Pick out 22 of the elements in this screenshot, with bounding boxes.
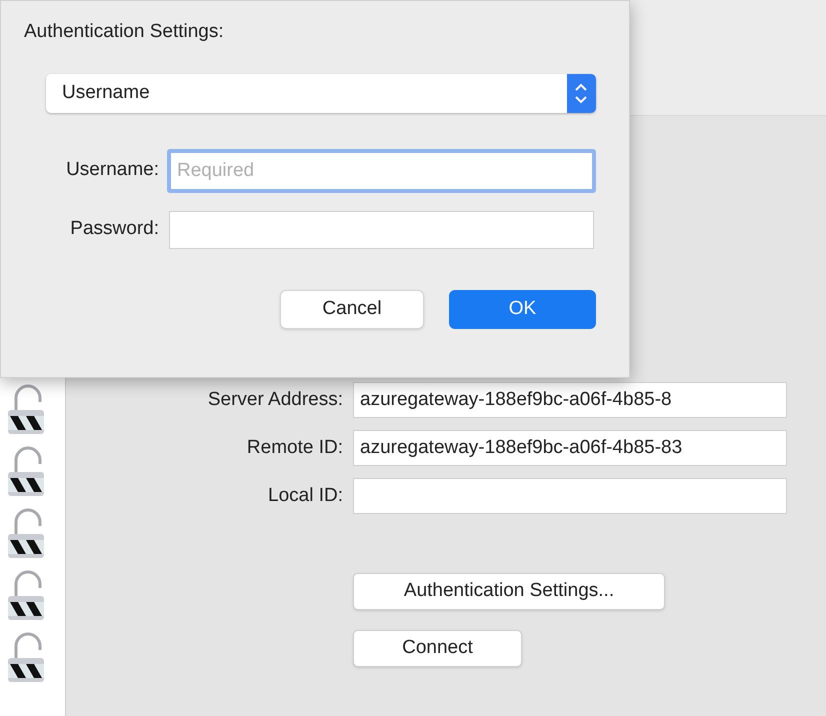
field-label: Server Address: [206, 388, 343, 412]
field-label: Local ID: [267, 484, 343, 508]
text-field[interactable]: azuregateway-188ef9bc-a06f-4b85-83 [353, 430, 787, 466]
stepper-icon [567, 74, 596, 112]
field-label: Remote ID: [246, 436, 343, 460]
field-label: Password: [69, 217, 159, 242]
lock-icon [8, 508, 44, 560]
lock-icon [8, 446, 44, 498]
sheet-title: Authentication Settings: [24, 20, 225, 44]
cancel-button[interactable]: Cancel [280, 290, 424, 328]
lock-icon [8, 384, 44, 436]
authentication-settings-button[interactable]: Authentication Settings... [353, 573, 665, 610]
text-field[interactable]: azuregateway-188ef9bc-a06f-4b85-8 [353, 382, 787, 418]
connect-button[interactable]: Connect [353, 630, 522, 667]
field-label: Username: [65, 158, 159, 182]
method-select[interactable]: Username [46, 74, 596, 112]
text-field[interactable]: Required [167, 148, 596, 192]
ok-button[interactable]: OK [449, 290, 596, 328]
text-field[interactable] [353, 478, 787, 514]
lock-icon [8, 632, 44, 684]
lock-icon [8, 570, 44, 622]
text-field[interactable] [169, 210, 594, 248]
